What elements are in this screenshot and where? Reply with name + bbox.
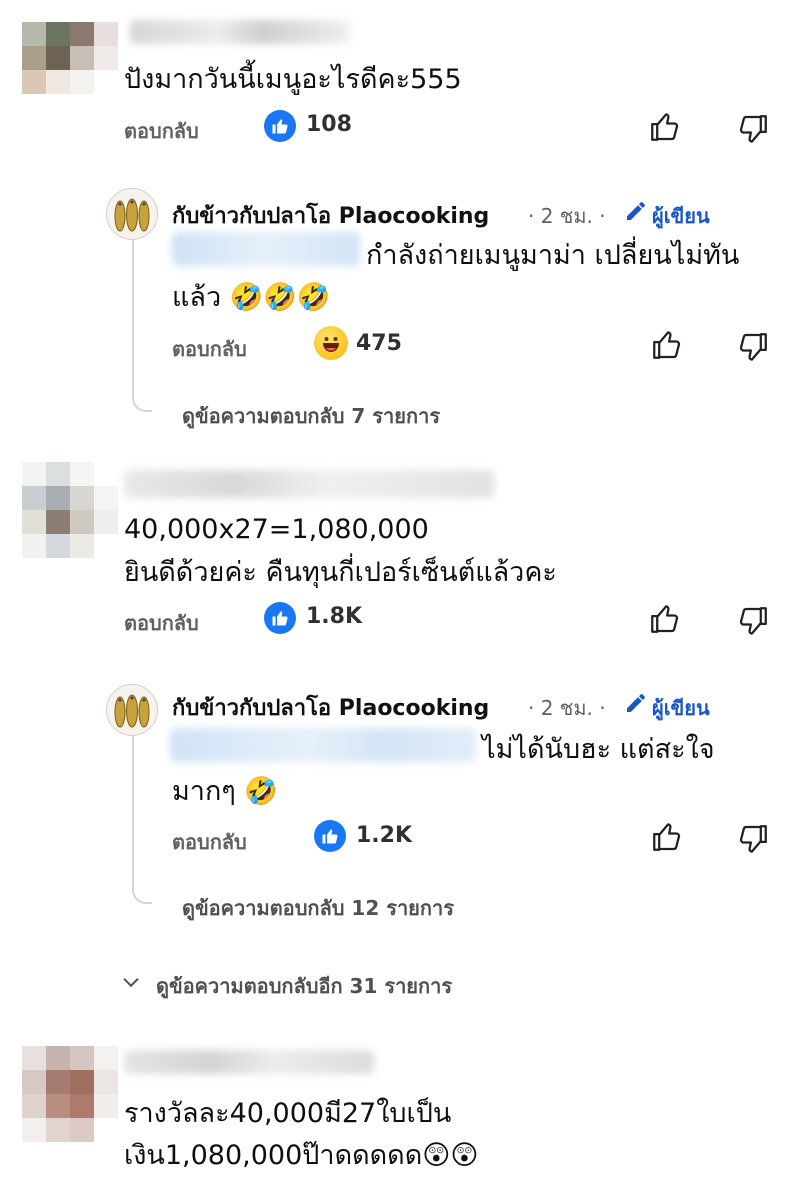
thumbs-up-icon[interactable] xyxy=(650,328,684,362)
reply-text-line2: แล้ว 🤣🤣🤣 xyxy=(172,282,331,313)
view-replies-link[interactable]: ดูข้อความตอบกลับ 7 รายการ xyxy=(182,400,440,432)
thumbs-down-icon[interactable] xyxy=(736,822,770,856)
pencil-icon xyxy=(627,694,645,712)
comment-text: ปังมากวันนี้เมนูอะไรดีคะ555 xyxy=(124,64,462,95)
avatar-blurred[interactable] xyxy=(22,22,118,94)
avatar-blurred[interactable] xyxy=(22,462,118,558)
chevron-down-icon xyxy=(123,978,139,987)
username-blurred[interactable] xyxy=(124,1050,374,1074)
timestamp: · 2 ชม. · xyxy=(528,696,606,720)
username-blurred[interactable] xyxy=(124,470,494,498)
comment-text-line1: 40,000x27=1,080,000 xyxy=(124,514,429,545)
thread-connector xyxy=(132,210,152,412)
like-reaction-icon xyxy=(264,602,296,634)
thumbs-down-icon[interactable] xyxy=(736,330,770,364)
comment-text-line1: รางวัลละ40,000มี27ใบเป็น xyxy=(124,1098,452,1129)
thumbs-up-icon[interactable] xyxy=(648,110,682,144)
page-avatar[interactable] xyxy=(106,684,158,736)
reaction-count[interactable]: 1.8K xyxy=(306,604,362,629)
username-blurred[interactable] xyxy=(130,20,350,44)
reply-button[interactable]: ตอบกลับ xyxy=(172,826,247,858)
comment-text-line2: ยินดีด้วยค่ะ คืนทุนกี่เปอร์เซ็นต์แล้วคะ xyxy=(124,557,557,588)
reply-button[interactable]: ตอบกลับ xyxy=(124,115,199,147)
reply-text-line1: กำลังถ่ายเมนูมาม่า เปลี่ยนไม่ทัน xyxy=(366,240,740,271)
reply-button[interactable]: ตอบกลับ xyxy=(172,333,247,365)
reply-text-line1: ไม่ได้นับฮะ แต่สะใจ xyxy=(482,734,715,765)
thumbs-up-icon[interactable] xyxy=(650,820,684,854)
pencil-icon xyxy=(627,202,645,220)
reaction-count[interactable]: 1.2K xyxy=(356,823,412,848)
reaction-count[interactable]: 108 xyxy=(306,112,352,137)
timestamp: · 2 ชม. · xyxy=(528,204,606,228)
like-reaction-icon xyxy=(314,820,346,852)
thumbs-down-icon[interactable] xyxy=(736,604,770,638)
thumbs-up-icon[interactable] xyxy=(648,602,682,636)
view-more-replies-label[interactable]: ดูข้อความตอบกลับอีก 31 รายการ xyxy=(156,970,452,1002)
thumbs-down-icon[interactable] xyxy=(736,112,770,146)
author-badge: ผู้เขียน xyxy=(652,204,710,228)
author-badge: ผู้เขียน xyxy=(652,696,710,720)
mentioned-user-blurred[interactable] xyxy=(172,232,360,266)
reply-button[interactable]: ตอบกลับ xyxy=(124,607,199,639)
like-reaction-icon xyxy=(264,110,296,142)
page-avatar[interactable] xyxy=(106,188,158,240)
view-replies-link[interactable]: ดูข้อความตอบกลับ 12 รายการ xyxy=(182,892,454,924)
comment-text-line2: เงิน1,080,000ป๊าดดดดด😲😲 xyxy=(124,1140,479,1171)
mentioned-user-blurred[interactable] xyxy=(170,728,476,762)
reaction-count[interactable]: 475 xyxy=(356,331,402,356)
page-name[interactable]: กับข้าวกับปลาโอ Plaocooking xyxy=(172,690,489,725)
avatar-blurred[interactable] xyxy=(22,1046,118,1142)
reply-text-line2: มากๆ 🤣 xyxy=(172,776,279,807)
haha-reaction-icon xyxy=(314,326,348,360)
page-name[interactable]: กับข้าวกับปลาโอ Plaocooking xyxy=(172,198,489,233)
